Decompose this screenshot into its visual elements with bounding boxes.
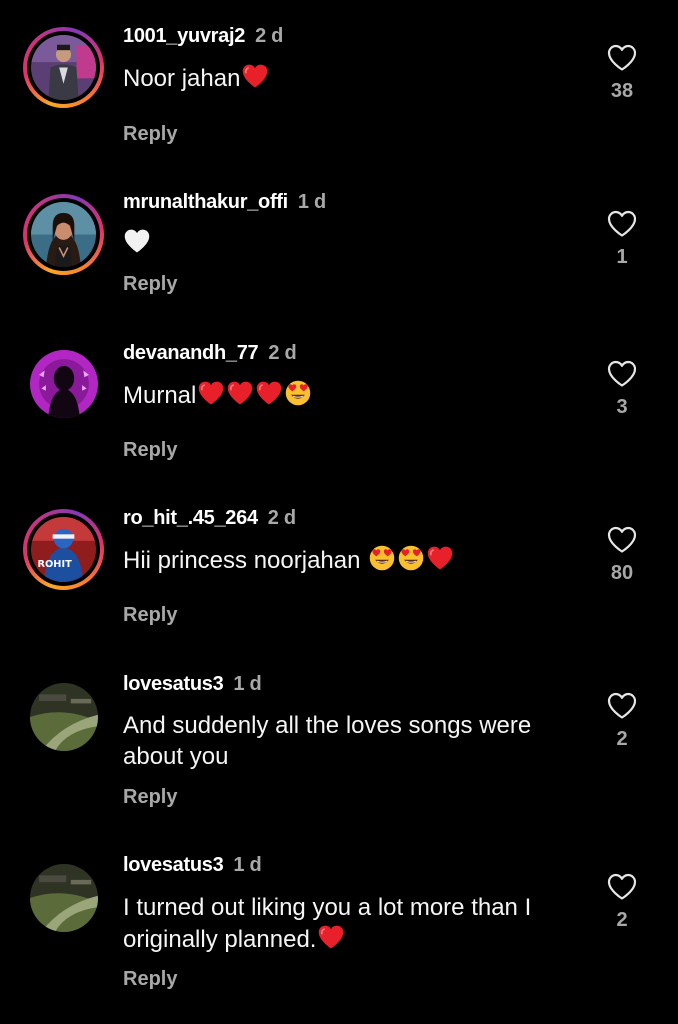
avatar[interactable]: ROHIT bbox=[23, 509, 104, 590]
avatar[interactable] bbox=[23, 27, 104, 108]
like-count: 1 bbox=[616, 246, 628, 268]
reply-button[interactable]: Reply bbox=[123, 439, 177, 462]
avatar[interactable] bbox=[30, 350, 98, 418]
like-count: 2 bbox=[616, 909, 628, 931]
comment-header: mrunalthakur_offi 1 d bbox=[123, 191, 326, 214]
reply-button[interactable]: Reply bbox=[123, 273, 177, 296]
comment-text-body: Murnal bbox=[123, 382, 197, 409]
timestamp: 1 d bbox=[297, 191, 326, 213]
like-control: 3 bbox=[602, 358, 642, 419]
comment-text-body: Noor jahan bbox=[123, 65, 241, 92]
heart-outline-icon[interactable] bbox=[606, 208, 638, 240]
like-count: 2 bbox=[616, 728, 628, 750]
red-heart-emoji bbox=[317, 923, 345, 951]
avatar[interactable] bbox=[30, 864, 98, 932]
heart-outline-icon[interactable] bbox=[606, 358, 638, 390]
comment-text: Noor jahan bbox=[123, 62, 583, 94]
reply-button[interactable]: Reply bbox=[123, 786, 177, 809]
like-control: 80 bbox=[602, 524, 642, 585]
comment-text-body: Hii princess noorjahan bbox=[123, 547, 368, 574]
username[interactable]: mrunalthakur_offi bbox=[123, 191, 288, 213]
comment-header: ro_hit_.45_264 2 d bbox=[123, 507, 296, 530]
like-count: 38 bbox=[610, 80, 634, 102]
reply-button[interactable]: Reply bbox=[123, 123, 177, 146]
heart-eyes-emoji bbox=[397, 544, 425, 572]
white-heart-emoji bbox=[123, 227, 151, 255]
heart-outline-icon[interactable] bbox=[606, 690, 638, 722]
red-heart-emoji bbox=[426, 544, 454, 572]
heart-eyes-emoji bbox=[368, 544, 396, 572]
heart-outline-icon[interactable] bbox=[606, 524, 638, 556]
timestamp: 2 d bbox=[255, 25, 284, 47]
like-count: 80 bbox=[610, 562, 634, 584]
comment-header: lovesatus3 1 d bbox=[123, 854, 262, 877]
comment-text: And suddenly all the loves songs were ab… bbox=[123, 710, 583, 772]
comment-text: Hii princess noorjahan bbox=[123, 544, 583, 576]
username[interactable]: 1001_yuvraj2 bbox=[123, 25, 245, 47]
avatar-jersey-text: ROHIT bbox=[38, 559, 73, 570]
timestamp: 2 d bbox=[267, 507, 296, 529]
heart-outline-icon[interactable] bbox=[606, 871, 638, 903]
avatar[interactable] bbox=[23, 194, 104, 275]
reply-button[interactable]: Reply bbox=[123, 604, 177, 627]
comment-header: lovesatus3 1 d bbox=[123, 673, 262, 696]
timestamp: 2 d bbox=[268, 342, 297, 364]
red-heart-emoji bbox=[241, 62, 269, 90]
like-count: 3 bbox=[616, 396, 628, 418]
red-heart-emoji bbox=[197, 379, 225, 407]
comment-header: 1001_yuvraj2 2 d bbox=[123, 25, 283, 48]
username[interactable]: ro_hit_.45_264 bbox=[123, 507, 258, 529]
like-control: 2 bbox=[602, 871, 642, 932]
like-control: 38 bbox=[602, 42, 642, 103]
like-control: 1 bbox=[602, 208, 642, 269]
comment-text-body: And suddenly all the loves songs were ab… bbox=[123, 712, 532, 770]
timestamp: 1 d bbox=[233, 673, 262, 695]
heart-outline-icon[interactable] bbox=[606, 42, 638, 74]
comment-text: Murnal bbox=[123, 379, 583, 411]
red-heart-emoji bbox=[255, 379, 283, 407]
reply-button[interactable]: Reply bbox=[123, 968, 177, 991]
username[interactable]: lovesatus3 bbox=[123, 673, 224, 695]
avatar[interactable] bbox=[30, 683, 98, 751]
comment-text bbox=[123, 227, 583, 259]
comment-header: devanandh_77 2 d bbox=[123, 342, 297, 365]
username[interactable]: devanandh_77 bbox=[123, 342, 259, 364]
timestamp: 1 d bbox=[233, 854, 262, 876]
heart-eyes-emoji bbox=[284, 379, 312, 407]
red-heart-emoji bbox=[226, 379, 254, 407]
username[interactable]: lovesatus3 bbox=[123, 854, 224, 876]
like-control: 2 bbox=[602, 690, 642, 751]
comment-text: I turned out liking you a lot more than … bbox=[123, 892, 583, 955]
